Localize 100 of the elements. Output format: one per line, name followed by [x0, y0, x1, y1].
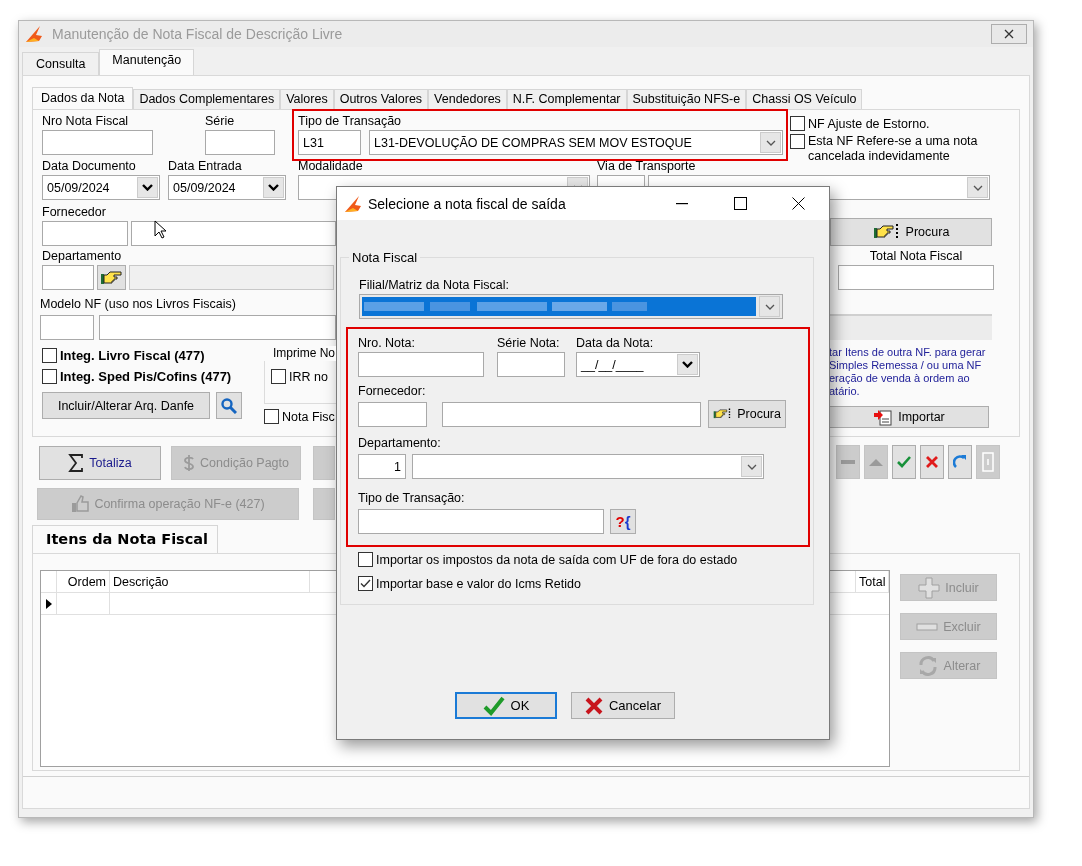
close-icon — [791, 197, 805, 210]
tab[interactable]: Consulta — [22, 52, 100, 75]
checkbox-label: NF Ajuste de Estorno. — [808, 116, 930, 131]
dropdown-field[interactable] — [359, 294, 783, 319]
checkbox[interactable] — [271, 369, 286, 384]
text-field[interactable] — [129, 265, 334, 290]
chevron-down-icon — [746, 463, 757, 470]
text-field[interactable] — [205, 130, 275, 155]
chevron-down-icon — [142, 184, 153, 191]
minimize-icon — [676, 202, 688, 205]
door-icon — [982, 451, 994, 472]
field-label: Modelo NF (uso nos Livros Fiscais) — [40, 297, 236, 312]
field-label: Série — [205, 114, 235, 129]
text-field[interactable] — [358, 509, 604, 534]
minus-icon — [916, 622, 939, 631]
lookup-button[interactable] — [97, 265, 126, 290]
dropdown-button[interactable] — [677, 354, 698, 375]
checkbox[interactable] — [42, 348, 57, 363]
checkbox-label: Integ. Sped Pis/Cofins (477) — [60, 369, 232, 384]
checkbox[interactable] — [42, 369, 57, 384]
checkbox[interactable] — [358, 552, 373, 567]
checkbox[interactable] — [790, 134, 805, 149]
text-field[interactable] — [358, 401, 427, 427]
text-field[interactable] — [40, 315, 94, 340]
row-indicator-icon — [45, 598, 52, 609]
field-label: Fornecedor: — [358, 384, 426, 399]
search-button[interactable]: Procura — [708, 400, 786, 428]
field-label: Tipo de Transação: — [358, 491, 465, 506]
action-button[interactable]: Totaliza — [39, 446, 161, 480]
tab[interactable]: Valores — [280, 89, 334, 109]
tab[interactable]: Chassi OS Veículo — [746, 89, 863, 109]
group-title: Imprime No — [264, 346, 336, 361]
checkbox-label: Importar os impostos da nota de saída com UF de fora do estado — [376, 552, 738, 567]
checkbox-label: IRR no — [289, 369, 328, 384]
tab[interactable]: Itens da Nota Fiscal — [32, 525, 218, 553]
tab[interactable]: Dados da Nota — [32, 87, 134, 109]
cancel-icon — [585, 696, 603, 715]
field-label: Nro Nota Fiscal — [42, 114, 129, 129]
field-label: Via de Transporte — [597, 159, 696, 174]
column-header: Ordem — [57, 571, 110, 592]
search-icon — [221, 397, 237, 414]
close-button[interactable] — [991, 24, 1027, 44]
column-header: Descrição — [110, 571, 310, 592]
dropdown-field[interactable]: 05/09/2024 — [168, 175, 286, 200]
tab[interactable]: Vendedores — [428, 89, 507, 109]
text-field[interactable] — [838, 265, 994, 290]
field-label: Modalidade — [298, 159, 363, 174]
text-field[interactable]: L31 — [298, 130, 361, 155]
dropdown-button[interactable] — [263, 177, 284, 198]
tab[interactable]: Dados Complementares — [133, 89, 281, 109]
search-button[interactable] — [216, 392, 242, 419]
danfe-button[interactable]: Incluir/Alterar Arq. Danfe — [42, 392, 210, 419]
toolbar-button[interactable] — [920, 444, 944, 479]
toolbar-button[interactable] — [948, 444, 972, 479]
tab[interactable]: Substituição NFS-e — [626, 89, 747, 109]
chevron-down-icon — [972, 184, 983, 191]
text-field[interactable] — [131, 221, 336, 246]
redo-icon — [953, 453, 967, 470]
field-label: Departamento: — [358, 436, 441, 451]
text-field[interactable] — [358, 352, 484, 377]
tab[interactable]: Outros Valores — [333, 89, 429, 109]
field-label: Data Documento — [42, 159, 136, 174]
close-icon — [1004, 29, 1014, 39]
field-label: Total Nota Fiscal — [869, 249, 963, 264]
cancel-button[interactable]: Cancelar — [571, 692, 675, 719]
text-field[interactable] — [99, 315, 336, 340]
thumbs-up-icon — [71, 495, 90, 513]
maximize-icon — [733, 197, 747, 210]
checkmark-icon — [482, 695, 505, 716]
text-field[interactable] — [497, 352, 565, 377]
dropdown-field[interactable]: 05/09/2024 — [42, 175, 160, 200]
checkbox-label: Importar base e valor do Icms Retido — [376, 576, 581, 591]
tab[interactable]: N.F. Complementar — [506, 89, 627, 109]
dropdown-field[interactable] — [412, 454, 764, 479]
text-field[interactable] — [42, 130, 153, 155]
text-field[interactable]: 1 — [358, 454, 406, 479]
date-field[interactable]: __/__/____ — [576, 352, 700, 377]
refresh-icon — [916, 654, 939, 677]
toolbar-button[interactable] — [892, 444, 916, 479]
field-label: Departamento — [42, 249, 122, 264]
chevron-down-icon — [682, 361, 693, 368]
field-label: Série Nota: — [497, 336, 560, 351]
dropdown-button[interactable] — [137, 177, 158, 198]
tab[interactable]: Manutenção — [99, 49, 195, 75]
triangle-up-icon — [869, 457, 883, 466]
pointing-hand-icon — [872, 223, 901, 241]
checkbox[interactable] — [790, 116, 805, 131]
text-field[interactable] — [442, 401, 701, 427]
dialog-title: Selecione a nota fiscal de saída — [368, 195, 566, 212]
search-button[interactable]: Procura — [830, 218, 992, 246]
checkbox[interactable] — [358, 576, 373, 591]
text-field[interactable] — [42, 221, 128, 246]
lookup-button[interactable]: ?{ — [610, 509, 636, 534]
dropdown-field[interactable]: L31-DEVOLUÇÃO DE COMPRAS SEM MOV ESTOQUE — [369, 130, 783, 155]
ok-button[interactable]: OK — [455, 692, 557, 719]
import-button[interactable]: Importar — [829, 406, 989, 428]
checkbox[interactable] — [264, 409, 279, 424]
checkbox-label: Integ. Livro Fiscal (477) — [60, 348, 205, 363]
text-field[interactable] — [42, 265, 94, 290]
chevron-down-icon — [268, 184, 279, 191]
